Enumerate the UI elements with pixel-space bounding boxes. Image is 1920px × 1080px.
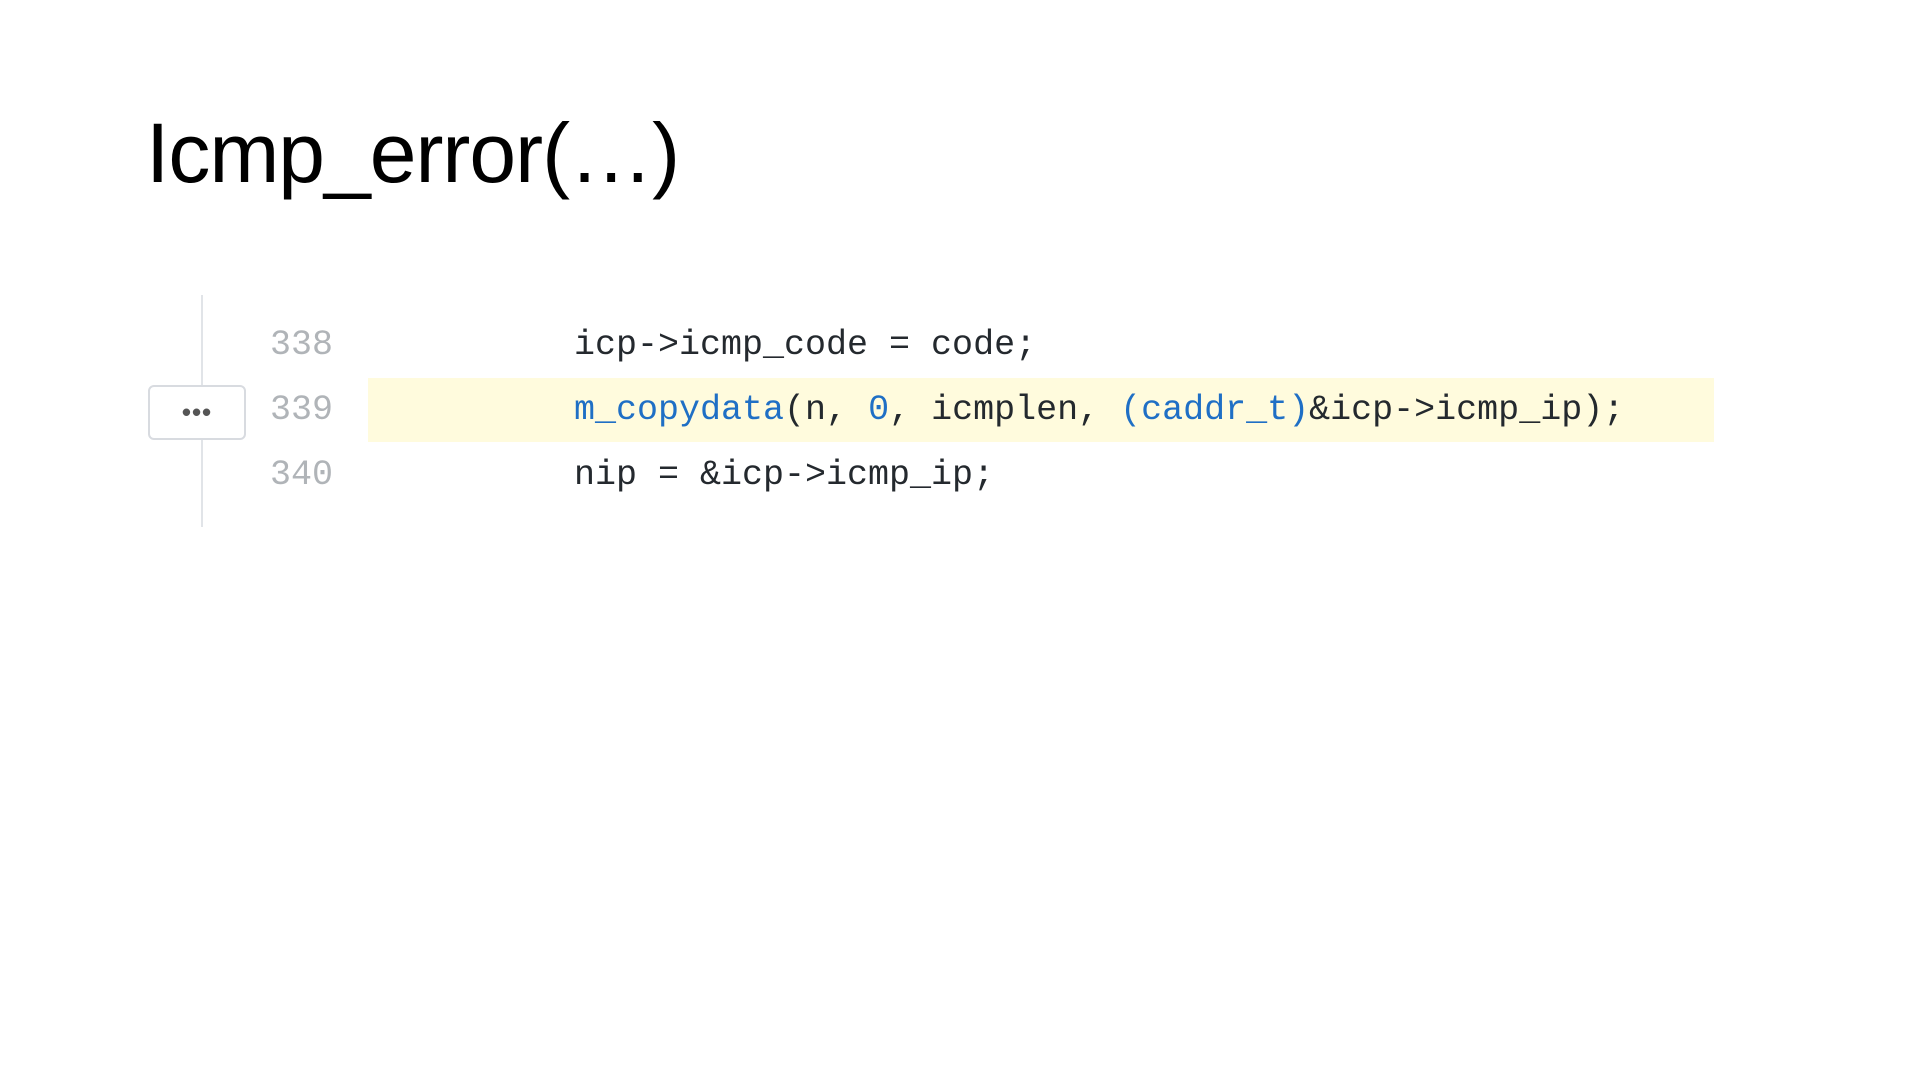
- code-text: m_copydata(n, 0, icmplen, (caddr_t)&icp-…: [574, 390, 1624, 430]
- line-number[interactable]: 339: [270, 390, 333, 430]
- code-fragment: (n,: [784, 390, 869, 430]
- code-fragment: , icmplen,: [889, 390, 1121, 430]
- expand-lines-button[interactable]: •••: [148, 385, 246, 440]
- code-text: icp->icmp_code = code;: [574, 325, 1037, 365]
- code-text: nip = &icp->icmp_ip;: [574, 455, 995, 495]
- code-fragment: &icp->icmp_ip);: [1309, 390, 1625, 430]
- number-literal: 0: [868, 390, 890, 430]
- slide-title: Icmp_error(…): [146, 106, 680, 200]
- line-number[interactable]: 338: [270, 325, 333, 365]
- function-name: m_copydata: [574, 390, 785, 430]
- type-cast: (caddr_t): [1120, 390, 1310, 430]
- line-number[interactable]: 340: [270, 455, 333, 495]
